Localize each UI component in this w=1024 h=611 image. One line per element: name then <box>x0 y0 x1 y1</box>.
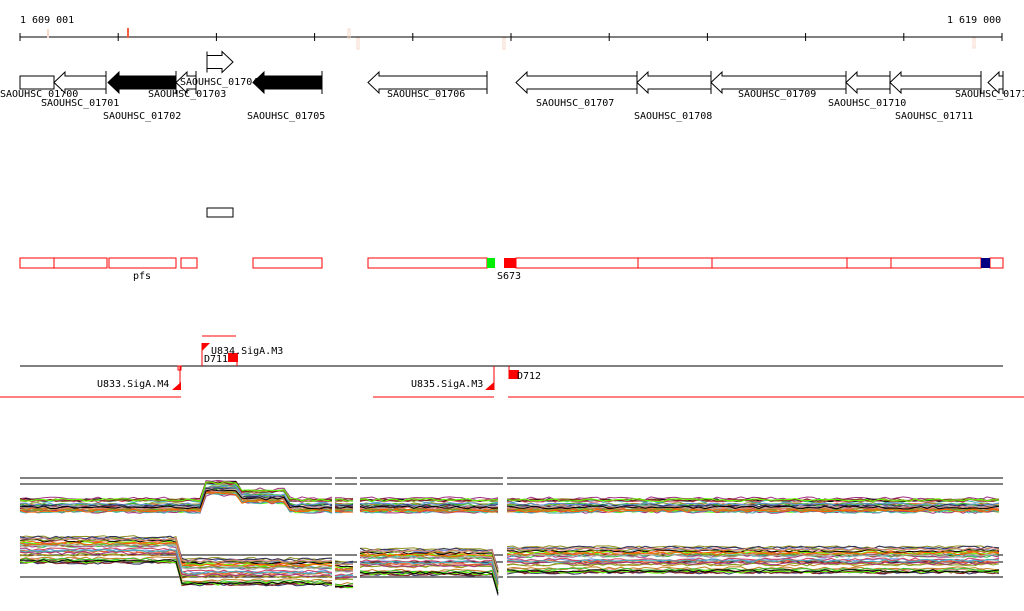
gene-label: SAOUHSC_01712 <box>955 89 1024 100</box>
feature-track <box>19 257 1004 269</box>
feature-segment[interactable] <box>252 257 323 269</box>
gene-arrow[interactable] <box>19 75 55 90</box>
gene-label: SAOUHSC_01706 <box>387 89 465 100</box>
gene-label: SAOUHSC_01707 <box>536 98 614 109</box>
navy-feature[interactable] <box>981 258 990 268</box>
gene-arrow[interactable] <box>845 70 891 95</box>
gene-label: SAOUHSC_01704 <box>180 77 258 88</box>
feature-segment[interactable] <box>19 257 55 269</box>
ruler-end-label: 1 619 000 <box>947 15 1001 26</box>
expression-profiles <box>19 477 1003 596</box>
genome-browser-view: 1 609 001 1 619 000 SAOUHSC_01700SAOUHSC… <box>0 15 1024 596</box>
ruler-marker <box>502 37 506 50</box>
gene-arrow[interactable] <box>515 70 638 95</box>
feature-segment[interactable] <box>890 257 982 269</box>
gene-label: SAOUHSC_01710 <box>828 98 906 109</box>
site-label: S673 <box>497 271 521 282</box>
operon-label: pfs <box>133 271 151 282</box>
expression-trace <box>334 504 354 507</box>
terminator-label: D712 <box>517 371 541 382</box>
gene-arrow[interactable] <box>53 70 107 95</box>
feature-segment[interactable] <box>180 257 198 269</box>
gene-arrow[interactable] <box>636 70 712 95</box>
feature-box[interactable] <box>206 207 234 218</box>
feature-segment[interactable] <box>53 257 108 269</box>
ruler-marker <box>127 28 129 38</box>
gene-label: SAOUHSC_01701 <box>41 98 119 109</box>
ruler-marker <box>356 37 360 50</box>
gene-arrow[interactable] <box>252 70 323 95</box>
red-feature[interactable] <box>504 258 516 268</box>
feature-segment[interactable] <box>989 257 1004 269</box>
feature-segment[interactable] <box>637 257 713 269</box>
gene-label: SAOUHSC_01708 <box>634 111 712 122</box>
ruler-marker <box>47 29 49 38</box>
expression-trace <box>359 556 499 580</box>
expression-trace <box>334 570 354 573</box>
promoter-track: U834.SigA.M3 D711 U833.SigA.M4 U835.SigA… <box>0 335 1024 398</box>
gene-label: SAOUHSC_01709 <box>738 89 816 100</box>
promoter-label: U833.SigA.M4 <box>97 379 169 390</box>
ruler-start-label: 1 609 001 <box>20 15 74 26</box>
feature-segment[interactable] <box>367 257 488 269</box>
gene-label: SAOUHSC_01703 <box>148 89 226 100</box>
promoter-label: U835.SigA.M3 <box>411 379 483 390</box>
promoter-marker[interactable] <box>172 382 181 390</box>
terminator-label: D711 <box>204 354 228 365</box>
gene-label: SAOUHSC_01711 <box>895 111 973 122</box>
gene-label: SAOUHSC_01705 <box>247 111 325 122</box>
feature-segment[interactable] <box>711 257 848 269</box>
ruler-marker <box>972 37 976 49</box>
green-feature[interactable] <box>487 258 495 268</box>
promoter-marker[interactable] <box>485 382 494 390</box>
feature-segment[interactable] <box>515 257 639 269</box>
promoter-marker[interactable] <box>202 343 210 351</box>
feature-segment[interactable] <box>108 257 177 269</box>
expression-trace <box>359 564 499 588</box>
gene-track: SAOUHSC_01700SAOUHSC_01701SAOUHSC_01702S… <box>0 50 1024 122</box>
gene-arrow[interactable] <box>206 50 234 74</box>
gene-label: SAOUHSC_01702 <box>103 111 181 122</box>
feature-segment[interactable] <box>846 257 892 269</box>
expression-trace <box>359 572 499 594</box>
ruler: 1 609 001 1 619 000 <box>19 15 1003 50</box>
